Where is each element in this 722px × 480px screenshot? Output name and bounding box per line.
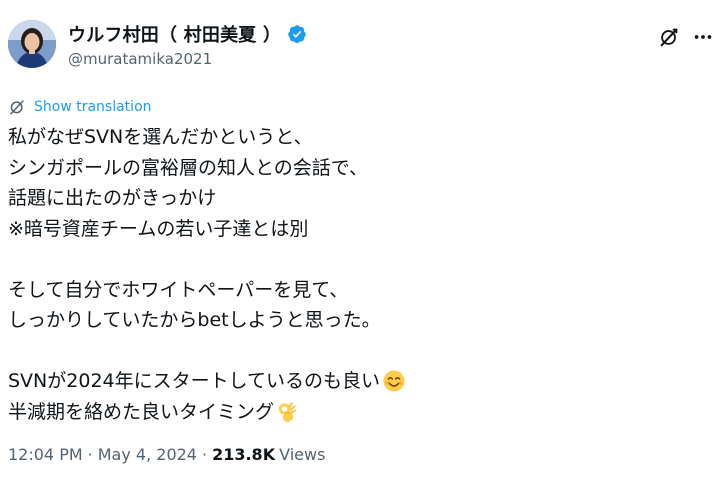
ok-hand-emoji-icon: [276, 400, 300, 424]
author-handle[interactable]: @muratamika2021: [68, 50, 307, 68]
display-name[interactable]: ウルフ村田（ 村田美夏 ）: [68, 21, 281, 47]
tweet-line: 話題に出たのがきっかけ: [8, 187, 217, 209]
more-dots-icon[interactable]: [692, 26, 714, 48]
tweet-meta: 12:04 PM · May 4, 2024 · 213.8K Views: [8, 445, 325, 464]
smiling-face-emoji-icon: [382, 369, 406, 393]
tweet-line-with-emoji: 半減期を絡めた良いタイミング: [8, 397, 708, 428]
tweet-line: シンガポールの富裕層の知人との会話で、: [8, 156, 369, 179]
tweet-line: そして自分でホワイトペーパーを見て、: [8, 278, 349, 301]
views-label: Views: [279, 445, 326, 464]
tweet-line: ※暗号資産チームの若い子達とは別: [8, 217, 309, 240]
show-translation-link[interactable]: Show translation: [34, 99, 152, 115]
meta-separator: ·: [87, 445, 93, 464]
tweet-line-with-emoji: SVNが2024年にスタートしているのも良い: [8, 366, 708, 397]
translate-icon: [8, 98, 26, 116]
avatar-photo-icon: [8, 20, 56, 68]
views-count[interactable]: 213.8K: [212, 445, 275, 464]
tweet-header: ウルフ村田（ 村田美夏 ） @muratamika2021: [8, 12, 714, 68]
meta-separator: ·: [201, 445, 208, 464]
tweet-card: ウルフ村田（ 村田美夏 ） @muratamika2021 Show trans…: [0, 0, 722, 480]
translation-row[interactable]: Show translation: [8, 97, 152, 117]
verified-badge-icon[interactable]: [287, 24, 307, 44]
avatar[interactable]: [8, 20, 56, 68]
tweet-line-text: 半減期を絡めた良いタイミング: [8, 400, 275, 423]
author-name-block: ウルフ村田（ 村田美夏 ） @muratamika2021: [68, 22, 307, 68]
tweet-line: 私がなぜSVNを選んだかというと、: [8, 126, 313, 148]
grok-slash-icon[interactable]: [658, 26, 680, 48]
display-name-row: ウルフ村田（ 村田美夏 ）: [68, 22, 307, 46]
tweet-date[interactable]: May 4, 2024: [98, 445, 197, 464]
tweet-text: 私がなぜSVNを選んだかというと、 シンガポールの富裕層の知人との会話で、 話題…: [8, 122, 708, 427]
tweet-line-text: SVNが2024年にスタートしているのも良い: [8, 370, 381, 392]
tweet-line: しっかりしていたからbetしようと思った。: [8, 309, 381, 331]
tweet-time[interactable]: 12:04 PM: [8, 445, 83, 464]
